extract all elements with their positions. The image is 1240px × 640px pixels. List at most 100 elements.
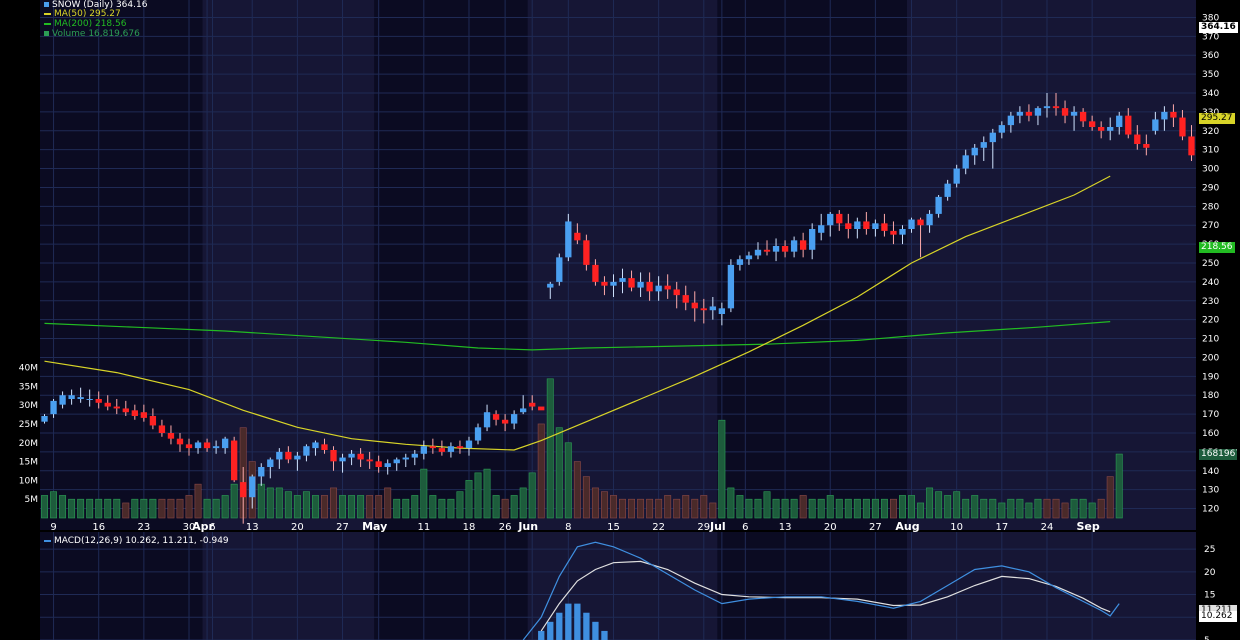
candle-body-70: [673, 289, 680, 296]
candle-body-87: [827, 213, 834, 226]
volume-bar-18: [203, 498, 211, 519]
volume-bar-74: [709, 502, 717, 519]
candle-body-113: [1061, 108, 1069, 116]
x-tick-1: 16: [92, 522, 105, 533]
volume-bar-85: [808, 498, 816, 519]
candle-body-88: [836, 213, 843, 224]
volume-bar-79: [754, 498, 762, 519]
x-tick-0: 9: [50, 522, 56, 533]
candle-body-41: [411, 453, 418, 458]
candle-body-75: [718, 308, 726, 314]
candle-body-71: [682, 295, 689, 303]
macd-hist-bar-4: [574, 603, 581, 640]
candle-body-56: [547, 283, 554, 288]
volume-bar-16: [185, 495, 193, 519]
candle-body-61: [592, 264, 599, 282]
volume-bar-53: [519, 487, 527, 519]
candle-body-105: [989, 132, 996, 143]
volume-bar-9: [122, 502, 130, 519]
legend-ma200-swatch: [44, 22, 51, 25]
candle-body-63: [610, 281, 617, 286]
volume-bar-29: [302, 491, 310, 519]
candle-body-123: [1152, 119, 1159, 131]
month-band-2: [907, 0, 1196, 530]
candle-body-13: [158, 425, 166, 433]
macd-hist-bar-5: [583, 612, 590, 640]
candle-body-79: [754, 249, 762, 256]
volume-bar-33: [339, 495, 347, 519]
candle-body-54: [529, 402, 536, 407]
volume-bar-62: [600, 491, 608, 519]
x-tick-17: 29: [697, 522, 710, 533]
candle-body-121: [1134, 134, 1141, 144]
candle-body-114: [1070, 111, 1078, 116]
volume-bar-94: [889, 498, 897, 519]
candle-body-100: [944, 183, 951, 197]
volume-bar-109: [1025, 502, 1033, 519]
candle-body-106: [998, 125, 1005, 133]
candle-body-29: [303, 446, 310, 456]
candle-body-122: [1143, 144, 1150, 148]
candle-body-42: [420, 446, 427, 454]
candle-body-28: [294, 455, 301, 460]
candle-body-126: [1179, 117, 1186, 137]
candle-body-60: [583, 240, 590, 265]
volume-bar-71: [682, 495, 690, 519]
candle-body-23: [249, 476, 256, 498]
candle-body-9: [122, 408, 129, 413]
volume-bar-36: [366, 495, 374, 519]
volume-bar-45: [447, 498, 455, 519]
legend-ma50: MA(50) 295.27: [44, 9, 121, 19]
volume-tick-1: 10M: [19, 476, 38, 486]
price-tick-170: 170: [1202, 410, 1219, 420]
price-tick-350: 350: [1202, 70, 1219, 80]
candle-body-7: [104, 402, 111, 407]
price-tick-220: 220: [1202, 316, 1219, 326]
macd-hist-bar-1: [547, 621, 554, 640]
volume-bar-61: [591, 487, 599, 519]
volume-bar-111: [1043, 498, 1051, 519]
price-tick-250: 250: [1202, 259, 1219, 269]
candle-body-108: [1016, 111, 1024, 116]
candle-body-36: [366, 459, 373, 462]
candle-body-20: [221, 438, 229, 449]
candle-body-58: [565, 221, 572, 258]
ma50-tag: 295.27: [1199, 113, 1235, 124]
x-tick-5: 6: [209, 522, 215, 533]
candle-body-50: [492, 414, 500, 420]
candle-body-125: [1170, 111, 1177, 118]
volume-bar-12: [149, 498, 157, 519]
legend-macd-text: MACD(12,26,9) 10.262, 11.211, -0.949: [54, 536, 229, 546]
x-tick-2: 23: [137, 522, 150, 533]
candle-body-27: [285, 451, 292, 460]
candle-body-107: [1007, 115, 1015, 126]
volume-bar-6: [95, 498, 103, 519]
candle-body-72: [691, 302, 698, 309]
candle-body-47: [465, 440, 473, 449]
volume-bar-28: [293, 495, 301, 519]
candle-body-31: [321, 444, 328, 450]
volume-bar-114: [1070, 498, 1078, 519]
candle-body-45: [447, 446, 455, 452]
x-tick-26: 24: [1041, 522, 1054, 533]
candle-body-83: [790, 240, 798, 252]
x-tick-8: 27: [336, 522, 349, 533]
volume-bar-13: [158, 498, 166, 519]
volume-bar-2: [59, 495, 67, 519]
candle-body-118: [1107, 127, 1114, 131]
candle-body-104: [980, 142, 987, 148]
volume-bar-15: [176, 498, 184, 519]
volume-bar-91: [862, 498, 870, 519]
candle-body-76: [727, 264, 735, 309]
candle-body-99: [935, 196, 942, 214]
volume-bar-37: [375, 495, 383, 519]
volume-bar-88: [835, 498, 843, 519]
volume-bar-58: [564, 442, 572, 519]
candle-body-84: [799, 240, 807, 250]
volume-bar-48: [474, 472, 482, 519]
volume-bar-76: [727, 487, 735, 519]
price-tick-270: 270: [1202, 221, 1219, 231]
x-tick-9: May: [362, 520, 387, 533]
candle-body-17: [194, 442, 202, 449]
candle-body-103: [971, 147, 978, 156]
